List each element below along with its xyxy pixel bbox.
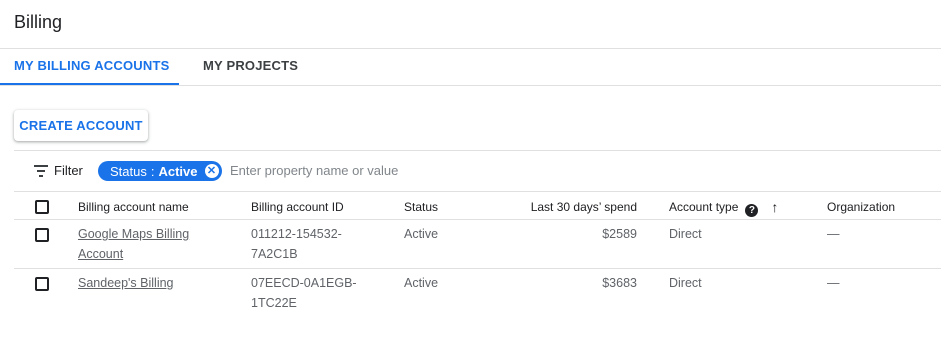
tabs-divider	[0, 85, 941, 86]
filter-bar: Filter Status : Active ✕	[14, 150, 941, 192]
status-filter-chip[interactable]: Status : Active ✕	[98, 161, 222, 181]
account-type-cell: Direct	[669, 227, 702, 241]
billing-account-id: 07EECD-0A1EGB-1TC22E	[251, 276, 357, 310]
chip-separator: :	[150, 163, 155, 179]
status-cell: Active	[404, 227, 439, 241]
tab-my-billing-accounts[interactable]: MY BILLING ACCOUNTS	[14, 58, 169, 73]
organization-cell: —	[827, 276, 840, 290]
spend-cell: $3683	[602, 276, 637, 290]
tab-my-projects[interactable]: MY PROJECTS	[203, 58, 298, 73]
help-icon[interactable]: ?	[745, 204, 759, 217]
status-cell: Active	[404, 276, 439, 290]
billing-account-link[interactable]: Google Maps Billing Account	[78, 224, 228, 264]
column-header-id[interactable]: Billing account ID	[251, 197, 371, 217]
close-icon[interactable]: ✕	[204, 164, 219, 178]
column-header-status[interactable]: Status	[404, 197, 484, 217]
column-header-account-type[interactable]: Account type? ↑	[669, 197, 819, 217]
table-header-row: Billing account name Billing account ID …	[14, 191, 941, 220]
column-header-organization[interactable]: Organization	[827, 197, 927, 217]
filter-icon[interactable]	[34, 165, 48, 177]
header-divider	[0, 48, 941, 49]
create-account-button[interactable]: CREATE ACCOUNT	[14, 110, 148, 141]
row-checkbox[interactable]	[35, 228, 49, 242]
filter-input[interactable]	[230, 159, 530, 181]
column-header-spend[interactable]: Last 30 days’ spend	[509, 197, 637, 217]
billing-account-id: 011212-154532-7A2C1B	[251, 227, 342, 261]
column-header-name[interactable]: Billing account name	[78, 197, 228, 217]
spend-cell: $2589	[602, 227, 637, 241]
chip-key: Status	[110, 163, 147, 179]
page-title: Billing	[14, 12, 63, 32]
account-type-cell: Direct	[669, 276, 702, 290]
chip-value: Active	[158, 163, 198, 179]
table-row: Google Maps Billing Account 011212-15453…	[14, 220, 941, 269]
filter-label[interactable]: Filter	[54, 163, 83, 178]
select-all-checkbox[interactable]	[35, 200, 49, 214]
sort-ascending-icon[interactable]: ↑	[771, 197, 778, 217]
column-header-account-type-label: Account type	[669, 200, 739, 214]
table-row: Sandeep's Billing 07EECD-0A1EGB-1TC22E A…	[14, 269, 941, 318]
billing-account-link[interactable]: Sandeep's Billing	[78, 273, 228, 293]
row-checkbox[interactable]	[35, 277, 49, 291]
organization-cell: —	[827, 227, 840, 241]
billing-accounts-table: Billing account name Billing account ID …	[14, 191, 941, 318]
